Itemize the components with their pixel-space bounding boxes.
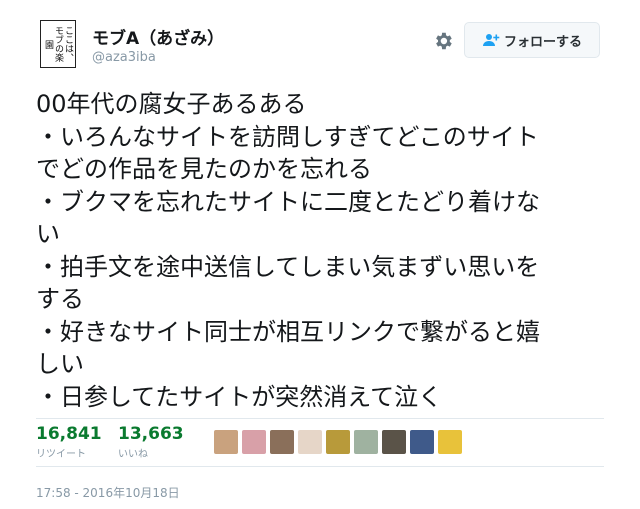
display-name[interactable]: モブA（あざみ）: [92, 24, 224, 49]
follow-button-label: フォローする: [503, 34, 582, 50]
timestamp[interactable]: 17:58 - 2016年10月18日: [36, 484, 180, 501]
tweet-line: ・好きなサイト同士が相互リンクで繋がると嬉: [36, 317, 540, 346]
liker-avatar[interactable]: [354, 430, 378, 454]
tweet-line: しい: [36, 350, 84, 378]
tweet-line: する: [36, 285, 84, 313]
liker-avatar[interactable]: [214, 430, 238, 454]
retweet-stat[interactable]: 16,841 リツイート: [36, 424, 102, 460]
person-plus-icon: [482, 34, 500, 46]
gear-icon[interactable]: [432, 30, 454, 52]
liker-avatar[interactable]: [382, 430, 406, 454]
like-label: いいね: [118, 449, 148, 460]
divider: [36, 418, 604, 419]
user-handle[interactable]: @aza3iba: [92, 50, 156, 65]
liker-avatar[interactable]: [438, 430, 462, 454]
avatar[interactable]: ここは、モブの楽園: [40, 20, 76, 68]
tweet-line: ・ブクマを忘れたサイトに二度とたどり着けな: [36, 187, 540, 216]
tweet-line: い: [36, 220, 60, 248]
retweet-count: 16,841: [36, 424, 102, 444]
tweet-text: 00年代の腐女子あるある ・いろんなサイトを訪問しすぎてどこのサイト でどの作品…: [36, 88, 616, 413]
follow-button[interactable]: フォローする: [464, 22, 600, 58]
tweet-line: 00年代の腐女子あるある: [36, 90, 307, 118]
liker-avatar[interactable]: [242, 430, 266, 454]
tweet-line: でどの作品を見たのかを忘れる: [36, 155, 372, 183]
retweet-label: リツイート: [36, 449, 86, 460]
like-stat[interactable]: 13,663 いいね: [118, 424, 184, 460]
tweet-line: ・日参してたサイトが突然消えて泣く: [36, 382, 443, 411]
liker-avatar[interactable]: [270, 430, 294, 454]
liker-avatars: [214, 430, 462, 454]
tweet-line: ・いろんなサイトを訪問しすぎてどこのサイト: [36, 122, 539, 151]
divider: [36, 466, 604, 467]
liker-avatar[interactable]: [410, 430, 434, 454]
like-count: 13,663: [118, 424, 184, 444]
liker-avatar[interactable]: [298, 430, 322, 454]
liker-avatar[interactable]: [326, 430, 350, 454]
tweet-line: ・拍手文を途中送信してしまい気まずい思いを: [36, 252, 540, 281]
